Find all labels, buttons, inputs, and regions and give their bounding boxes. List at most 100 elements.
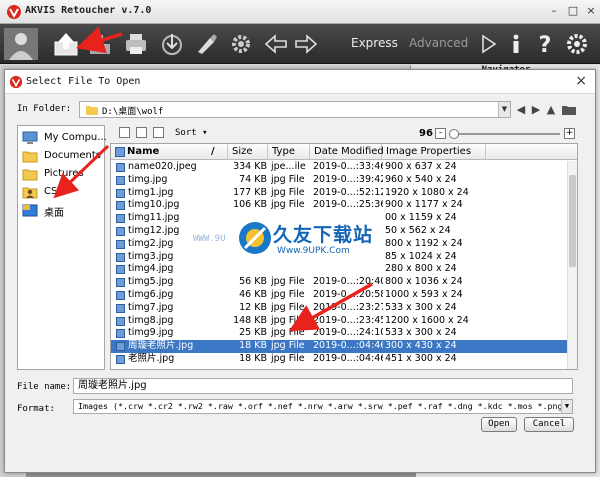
place-label: My Compu... — [44, 132, 107, 143]
image-file-icon — [116, 227, 125, 236]
forward-arrow-icon[interactable]: ▶ — [529, 103, 543, 116]
file-size-cell: 18 KB — [239, 340, 267, 352]
chevron-down-icon[interactable]: ▼ — [498, 102, 510, 117]
zoom-out-button[interactable]: - — [435, 128, 446, 139]
table-row[interactable]: timg10.jpg 106 KB jpg File 2019-0...:25:36 9… — [111, 199, 567, 212]
place-cs[interactable]: CS — [22, 184, 104, 200]
place-my-computer[interactable]: My Compu... — [22, 130, 107, 146]
table-row[interactable]: timg7.jpg 12 KB jpg File 2019-0...:23:27 533… — [111, 302, 567, 315]
image-file-icon — [116, 252, 125, 262]
info-icon[interactable] — [502, 30, 530, 58]
dialog-close-button[interactable]: × — [575, 73, 587, 89]
place-desktop[interactable]: 桌面 — [22, 202, 104, 219]
in-folder-label: In Folder: — [17, 104, 72, 114]
file-type-cell: jpg File — [271, 289, 305, 300]
chevron-down-icon[interactable]: ▼ — [561, 400, 572, 413]
new-folder-icon[interactable] — [561, 103, 577, 116]
format-value: Images (*.crw *.cr2 *.rw2 *.raw *.orf *.… — [78, 401, 573, 411]
redo-arrow-icon[interactable] — [292, 30, 320, 58]
main-toolbar: Express Advanced ? — [0, 24, 600, 64]
file-name-cell: 周璇老照片.jpg — [128, 340, 194, 352]
place-pictures[interactable]: Pictures — [22, 166, 104, 182]
brush-icon[interactable] — [192, 30, 220, 58]
user-icon — [22, 187, 38, 199]
folder-path-combo[interactable]: D:\桌面\wolf ▼ — [79, 101, 511, 118]
places-panel: My Compu... Documents Pictures CS 桌面 — [17, 125, 107, 370]
thumbnail-view-icon[interactable] — [153, 127, 164, 138]
col-name[interactable]: Name / — [111, 144, 228, 160]
col-image-properties[interactable]: Image Properties — [382, 144, 486, 160]
detail-view-icon[interactable] — [136, 127, 147, 138]
close-button[interactable]: × — [583, 4, 599, 18]
file-name-cell: timg9.jpg — [128, 327, 174, 339]
file-props-cell: 50 x 562 x 24 — [385, 225, 451, 236]
back-arrow-icon[interactable]: ◀ — [514, 103, 528, 116]
image-file-icon — [116, 239, 125, 249]
table-row[interactable]: timg9.jpg 25 KB jpg File 2019-0...:24:10 533… — [111, 327, 567, 340]
col-size[interactable]: Size — [228, 144, 268, 160]
file-props-cell: 00 x 1159 x 24 — [385, 212, 457, 224]
col-type[interactable]: Type — [268, 144, 310, 160]
print-icon[interactable] — [122, 30, 150, 58]
sort-label: Sort — [175, 128, 197, 138]
image-file-icon — [116, 201, 125, 211]
open-file-icon[interactable] — [52, 30, 80, 58]
file-name-input[interactable]: 周璇老照片.jpg — [73, 378, 573, 394]
cancel-button[interactable]: Cancel — [524, 417, 574, 432]
table-row[interactable]: timg1.jpg 177 KB jpg File 2019-0...:52:12 19… — [111, 187, 567, 200]
run-play-icon[interactable] — [474, 30, 502, 58]
file-props-cell: 800 x 1192 x 24 — [385, 237, 463, 249]
image-file-icon — [116, 188, 125, 198]
vertical-scrollbar[interactable] — [567, 161, 577, 369]
scrollbar-thumb[interactable] — [569, 175, 576, 267]
express-mode-tab[interactable]: Express — [351, 36, 398, 50]
table-row[interactable]: name020.jpeg 334 KB jpe...ile 2019-0...:33:… — [111, 161, 567, 174]
up-folder-icon[interactable]: ▲ — [544, 103, 558, 116]
image-file-icon — [116, 265, 125, 275]
app-title: AKVIS Retoucher v.7.0 — [25, 5, 152, 16]
image-file-icon — [116, 329, 125, 339]
image-file-icon — [116, 316, 125, 326]
preferences-gear-icon[interactable] — [563, 30, 591, 58]
file-name-cell: 老照片.jpg — [128, 353, 175, 364]
save-file-icon[interactable] — [86, 30, 114, 58]
table-row[interactable]: 老照片.jpg 18 KB jpg File 2019-0...:04:46 451 x… — [111, 353, 567, 366]
file-date-cell: 2019-0...:24:10 — [313, 327, 383, 339]
view-toolbar: Sort ▾ 96 - + — [109, 125, 577, 143]
file-date-cell: 2019-0...:52:12 — [313, 186, 383, 198]
dialog-title-bar: Select File To Open × — [5, 70, 595, 94]
table-row[interactable]: timg8.jpg 148 KB jpg File 2019-0...:23:45 12… — [111, 315, 567, 328]
watermark-url: Www.9UPK.Com — [277, 246, 350, 256]
col-date-modified[interactable]: Date Modified — [310, 144, 384, 160]
help-question-icon[interactable]: ? — [531, 30, 559, 58]
advanced-mode-tab[interactable]: Advanced — [409, 36, 468, 50]
maximize-button[interactable]: □ — [565, 4, 581, 18]
place-documents[interactable]: Documents — [22, 148, 104, 164]
settings-gear-icon[interactable] — [227, 30, 255, 58]
zoom-slider-thumb[interactable] — [449, 129, 459, 139]
open-button[interactable]: Open — [481, 417, 517, 432]
file-props-cell: 900 x 1177 x 24 — [385, 199, 463, 211]
share-icon[interactable] — [158, 30, 186, 58]
dialog-title: Select File To Open — [26, 76, 141, 87]
file-name-cell: timg7.jpg — [128, 301, 174, 313]
file-type-cell: jpg File — [271, 186, 305, 198]
sort-menu[interactable]: Sort ▾ — [175, 128, 208, 138]
table-row[interactable]: timg.jpg 74 KB jpg File 2019-0...:39:42 960 … — [111, 174, 567, 187]
minimize-button[interactable]: – — [546, 4, 562, 18]
folder-path: D:\桌面\wolf — [102, 107, 164, 117]
undo-arrow-icon[interactable] — [262, 30, 290, 58]
zoom-slider-track[interactable] — [456, 133, 560, 135]
file-props-cell: 900 x 637 x 24 — [385, 161, 457, 172]
svg-text:?: ? — [539, 33, 552, 58]
file-name-cell: timg10.jpg — [128, 199, 180, 211]
image-file-icon — [116, 175, 125, 185]
table-row[interactable]: timg4.jpg 280 x 800 x 24 — [111, 263, 567, 276]
list-view-icon[interactable] — [119, 127, 130, 138]
table-row[interactable]: timg6.jpg 46 KB jpg File 2019-0...:20:58 100… — [111, 289, 567, 302]
format-select[interactable]: Images (*.crw *.cr2 *.rw2 *.raw *.orf *.… — [73, 399, 573, 414]
table-row[interactable]: 周璇老照片.jpg 18 KB jpg File 2019-0...:04:46 300… — [111, 340, 567, 353]
file-type-cell: jpg File — [271, 301, 305, 313]
zoom-in-button[interactable]: + — [564, 128, 575, 139]
table-row[interactable]: timg5.jpg 56 KB jpg File 2019-0...:20:40 800… — [111, 276, 567, 289]
